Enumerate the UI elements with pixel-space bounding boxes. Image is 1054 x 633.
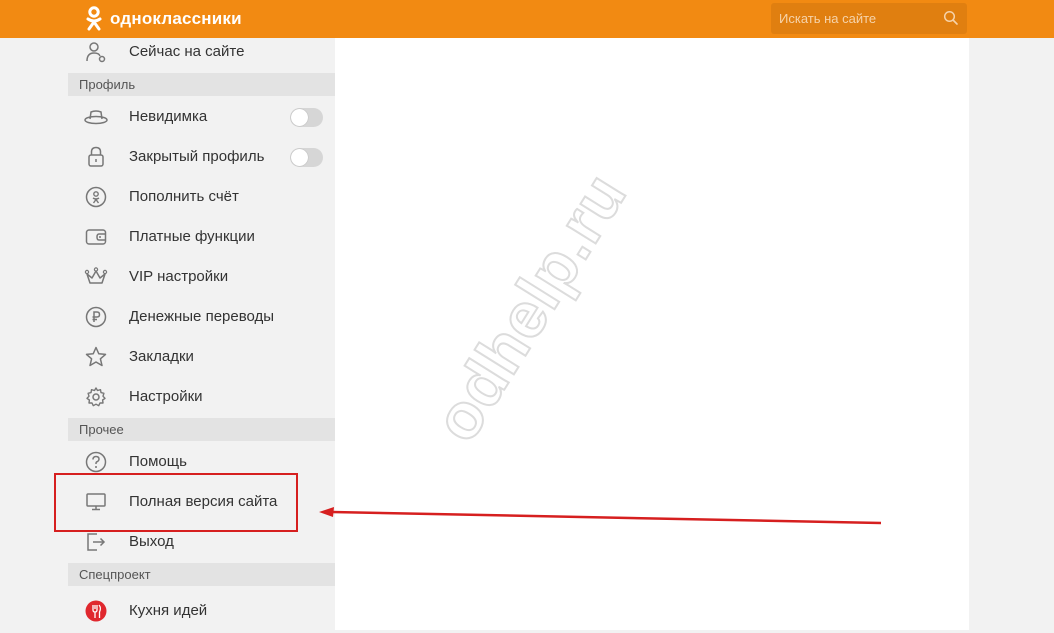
- help-icon: [84, 451, 108, 473]
- gear-icon: [84, 386, 108, 408]
- ruble-icon: [84, 306, 108, 328]
- sidebar-item-label: Денежные переводы: [129, 308, 275, 325]
- crown-icon: [84, 266, 108, 288]
- invisible-toggle[interactable]: [290, 108, 323, 127]
- hat-icon: [84, 106, 108, 128]
- annotation-arrow: [319, 507, 882, 525]
- sidebar-item-vip-settings[interactable]: VIP настройки: [68, 257, 335, 297]
- sidebar-item-label: Платные функции: [129, 228, 255, 245]
- ok-logo-icon: [86, 6, 102, 31]
- sidebar-item-label: Закладки: [129, 348, 194, 365]
- sidebar-item-label: VIP настройки: [129, 268, 229, 285]
- sidebar-item-bookmarks[interactable]: Закладки: [68, 337, 335, 377]
- person-online-icon: [84, 41, 108, 63]
- section-header-other: Прочее: [68, 418, 335, 441]
- sidebar-item-private-profile[interactable]: Закрытый профиль: [68, 137, 335, 177]
- search-icon[interactable]: [943, 10, 959, 26]
- site-logo[interactable]: одноклассники: [86, 5, 242, 33]
- lock-icon: [84, 146, 108, 168]
- annotation-highlight-box: [54, 473, 298, 532]
- sidebar-item-settings[interactable]: Настройки: [68, 377, 335, 417]
- sidebar-item-kitchen-ideas[interactable]: Кухня идей: [68, 591, 335, 631]
- sidebar-item-label: Кухня идей: [129, 602, 208, 619]
- private-profile-toggle[interactable]: [290, 148, 323, 167]
- search-box: [771, 3, 967, 34]
- main-content-area: [335, 38, 969, 630]
- sidebar-item-label: Настройки: [129, 388, 203, 405]
- sidebar-item-label: Пополнить счёт: [129, 188, 239, 205]
- sidebar-item-money-transfers[interactable]: Денежные переводы: [68, 297, 335, 337]
- sidebar-item-invisible[interactable]: Невидимка: [68, 97, 335, 137]
- sidebar-item-label: Невидимка: [129, 108, 208, 125]
- logo-text: одноклассники: [110, 9, 242, 28]
- sidebar-item-label: Сейчас на сайте: [129, 43, 245, 60]
- toggle-knob: [291, 109, 308, 126]
- sidebar-item-paid-features[interactable]: Платные функции: [68, 217, 335, 257]
- logout-icon: [84, 531, 108, 553]
- sidebar-item-top-up[interactable]: Пополнить счёт: [68, 177, 335, 217]
- section-header-profile: Профиль: [68, 73, 335, 96]
- sidebar-item-label: Закрытый профиль: [129, 148, 265, 165]
- sidebar-item-online-now[interactable]: Сейчас на сайте: [68, 32, 335, 72]
- sidebar-menu: Сейчас на сайте Профиль Невидимка Закрыт…: [68, 38, 335, 633]
- wallet-icon: [84, 226, 108, 248]
- search-input[interactable]: [771, 3, 931, 34]
- section-header-special: Спецпроект: [68, 563, 335, 586]
- kitchen-icon: [84, 600, 108, 622]
- star-icon: [84, 346, 108, 368]
- toggle-knob: [291, 149, 308, 166]
- ok-coin-icon: [84, 186, 108, 208]
